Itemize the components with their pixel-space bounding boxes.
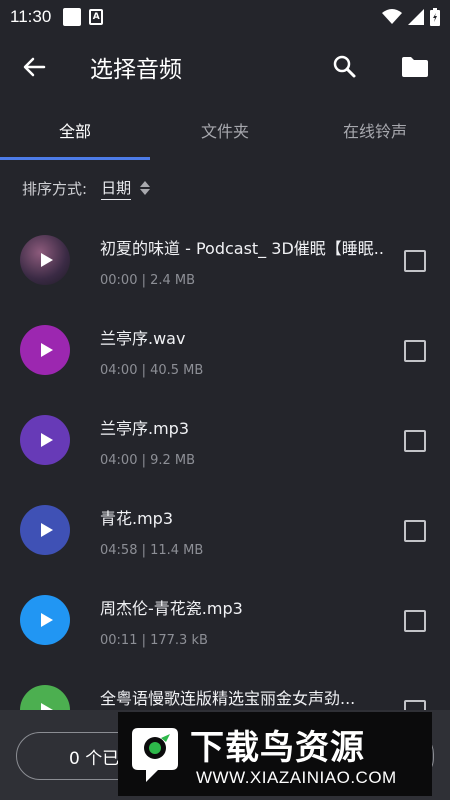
sort-label: 排序方式:: [22, 179, 88, 198]
wifi-icon: [382, 9, 402, 24]
watermark-url: WWW.XIAZAINIAO.COM: [196, 768, 397, 787]
item-meta: 00:00 | 2.4 MB: [100, 273, 196, 288]
page-title: 选择音频: [90, 57, 182, 83]
tab-folders[interactable]: 文件夹: [150, 118, 300, 142]
battery-icon: [430, 8, 440, 26]
selected-count-label: 0 个已: [69, 748, 120, 769]
signal-icon: [408, 9, 424, 25]
item-meta: 04:00 | 40.5 MB: [100, 363, 204, 378]
play-avatar: [20, 415, 70, 465]
item-title: 周杰伦-青花瓷.mp3: [100, 599, 243, 618]
item-checkbox[interactable]: [404, 340, 426, 362]
play-icon: [40, 523, 53, 537]
folder-icon: [402, 57, 428, 77]
search-icon: [333, 55, 356, 78]
system-icons: [382, 8, 440, 26]
play-icon: [40, 613, 53, 627]
list-item[interactable]: 兰亭序.wav 04:00 | 40.5 MB: [0, 305, 450, 395]
arrow-left-icon: [23, 57, 46, 77]
play-avatar: [20, 505, 70, 555]
list-item[interactable]: 初夏的味道 - Podcast_ 3D催眠【睡眠... 00:00 | 2.4 …: [0, 215, 450, 305]
item-title: 兰亭序.wav: [100, 329, 186, 348]
play-avatar: [20, 595, 70, 645]
item-meta: 04:00 | 9.2 MB: [100, 453, 196, 468]
album-art-avatar: [20, 235, 70, 285]
item-checkbox[interactable]: [404, 250, 426, 272]
item-meta: 00:11 | 177.3 kB: [100, 633, 208, 648]
notification-a-icon: A: [89, 9, 104, 25]
notification-square-icon: [63, 8, 82, 26]
status-time: 11:30: [10, 7, 52, 26]
play-icon: [40, 253, 53, 267]
watermark-overlay: 下载鸟资源 WWW.XIAZAINIAO.COM: [118, 712, 432, 796]
notification-icons: A: [63, 8, 104, 26]
folder-button[interactable]: [400, 52, 430, 82]
back-button[interactable]: [20, 52, 50, 82]
item-title: 初夏的味道 - Podcast_ 3D催眠【睡眠...: [100, 239, 385, 258]
list-item[interactable]: 兰亭序.mp3 04:00 | 9.2 MB: [0, 395, 450, 485]
list-item[interactable]: 青花.mp3 04:58 | 11.4 MB: [0, 485, 450, 575]
sort-value-dropdown[interactable]: 日期: [101, 177, 132, 200]
item-checkbox[interactable]: [404, 430, 426, 452]
toolbar: 选择音频: [0, 34, 450, 98]
tab-indicator: [0, 157, 150, 160]
item-title: 全粤语慢歌连版精选宝丽金女声劲...: [100, 689, 356, 708]
list-item[interactable]: 周杰伦-青花瓷.mp3 00:11 | 177.3 kB: [0, 575, 450, 665]
bird-logo-icon: [132, 728, 178, 782]
tab-online-ringtones[interactable]: 在线铃声: [300, 118, 450, 142]
item-checkbox[interactable]: [404, 520, 426, 542]
tab-bar: 全部 文件夹 在线铃声: [0, 100, 450, 160]
item-checkbox[interactable]: [404, 610, 426, 632]
tab-all[interactable]: 全部: [0, 118, 150, 142]
sort-arrows-icon[interactable]: [139, 179, 151, 197]
watermark-text: 下载鸟资源: [190, 728, 365, 768]
item-title: 兰亭序.mp3: [100, 419, 190, 438]
search-button[interactable]: [330, 52, 360, 82]
item-title: 青花.mp3: [100, 509, 174, 528]
play-icon: [40, 343, 53, 357]
item-meta: 04:58 | 11.4 MB: [100, 543, 204, 558]
sort-bar: 排序方式: 日期: [22, 175, 151, 201]
play-avatar: [20, 325, 70, 375]
status-bar: 11:30 A: [0, 0, 450, 34]
play-icon: [40, 433, 53, 447]
